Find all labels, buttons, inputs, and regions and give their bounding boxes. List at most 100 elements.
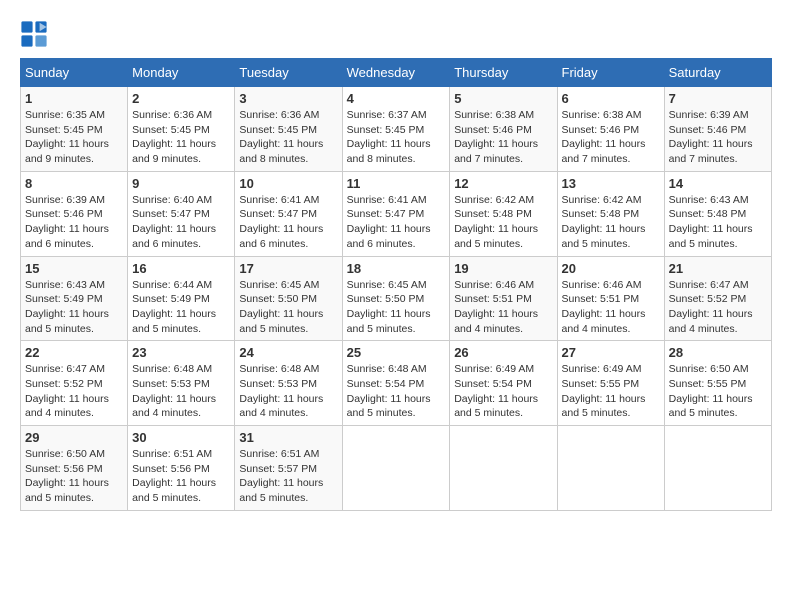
day-info: Sunrise: 6:46 AM Sunset: 5:51 PM Dayligh… bbox=[562, 278, 660, 337]
calendar-day-cell bbox=[342, 426, 450, 511]
day-info: Sunrise: 6:43 AM Sunset: 5:48 PM Dayligh… bbox=[669, 193, 767, 252]
day-number: 25 bbox=[347, 345, 446, 360]
day-info: Sunrise: 6:42 AM Sunset: 5:48 PM Dayligh… bbox=[454, 193, 552, 252]
day-info: Sunrise: 6:49 AM Sunset: 5:55 PM Dayligh… bbox=[562, 362, 660, 421]
header-saturday: Saturday bbox=[664, 59, 771, 87]
day-info: Sunrise: 6:48 AM Sunset: 5:54 PM Dayligh… bbox=[347, 362, 446, 421]
calendar-day-cell: 26 Sunrise: 6:49 AM Sunset: 5:54 PM Dayl… bbox=[450, 341, 557, 426]
calendar-day-cell: 31 Sunrise: 6:51 AM Sunset: 5:57 PM Dayl… bbox=[235, 426, 342, 511]
day-info: Sunrise: 6:42 AM Sunset: 5:48 PM Dayligh… bbox=[562, 193, 660, 252]
day-info: Sunrise: 6:47 AM Sunset: 5:52 PM Dayligh… bbox=[669, 278, 767, 337]
day-info: Sunrise: 6:45 AM Sunset: 5:50 PM Dayligh… bbox=[239, 278, 337, 337]
day-number: 31 bbox=[239, 430, 337, 445]
calendar-day-cell bbox=[664, 426, 771, 511]
day-info: Sunrise: 6:43 AM Sunset: 5:49 PM Dayligh… bbox=[25, 278, 123, 337]
day-number: 27 bbox=[562, 345, 660, 360]
calendar-day-cell: 14 Sunrise: 6:43 AM Sunset: 5:48 PM Dayl… bbox=[664, 171, 771, 256]
day-number: 17 bbox=[239, 261, 337, 276]
calendar-day-cell: 16 Sunrise: 6:44 AM Sunset: 5:49 PM Dayl… bbox=[128, 256, 235, 341]
calendar-day-cell: 4 Sunrise: 6:37 AM Sunset: 5:45 PM Dayli… bbox=[342, 87, 450, 172]
calendar-header-row: SundayMondayTuesdayWednesdayThursdayFrid… bbox=[21, 59, 772, 87]
day-info: Sunrise: 6:51 AM Sunset: 5:57 PM Dayligh… bbox=[239, 447, 337, 506]
calendar-day-cell: 18 Sunrise: 6:45 AM Sunset: 5:50 PM Dayl… bbox=[342, 256, 450, 341]
day-info: Sunrise: 6:45 AM Sunset: 5:50 PM Dayligh… bbox=[347, 278, 446, 337]
day-info: Sunrise: 6:38 AM Sunset: 5:46 PM Dayligh… bbox=[562, 108, 660, 167]
day-number: 2 bbox=[132, 91, 230, 106]
day-number: 26 bbox=[454, 345, 552, 360]
day-number: 15 bbox=[25, 261, 123, 276]
header-friday: Friday bbox=[557, 59, 664, 87]
calendar-day-cell: 22 Sunrise: 6:47 AM Sunset: 5:52 PM Dayl… bbox=[21, 341, 128, 426]
header-thursday: Thursday bbox=[450, 59, 557, 87]
calendar-day-cell: 15 Sunrise: 6:43 AM Sunset: 5:49 PM Dayl… bbox=[21, 256, 128, 341]
calendar-day-cell: 19 Sunrise: 6:46 AM Sunset: 5:51 PM Dayl… bbox=[450, 256, 557, 341]
calendar-day-cell: 11 Sunrise: 6:41 AM Sunset: 5:47 PM Dayl… bbox=[342, 171, 450, 256]
calendar-day-cell: 1 Sunrise: 6:35 AM Sunset: 5:45 PM Dayli… bbox=[21, 87, 128, 172]
logo bbox=[20, 20, 52, 48]
day-number: 1 bbox=[25, 91, 123, 106]
day-info: Sunrise: 6:39 AM Sunset: 5:46 PM Dayligh… bbox=[669, 108, 767, 167]
day-info: Sunrise: 6:41 AM Sunset: 5:47 PM Dayligh… bbox=[239, 193, 337, 252]
day-info: Sunrise: 6:50 AM Sunset: 5:56 PM Dayligh… bbox=[25, 447, 123, 506]
calendar-day-cell bbox=[557, 426, 664, 511]
calendar-week-row: 22 Sunrise: 6:47 AM Sunset: 5:52 PM Dayl… bbox=[21, 341, 772, 426]
day-number: 29 bbox=[25, 430, 123, 445]
calendar-week-row: 15 Sunrise: 6:43 AM Sunset: 5:49 PM Dayl… bbox=[21, 256, 772, 341]
calendar-day-cell: 23 Sunrise: 6:48 AM Sunset: 5:53 PM Dayl… bbox=[128, 341, 235, 426]
day-info: Sunrise: 6:51 AM Sunset: 5:56 PM Dayligh… bbox=[132, 447, 230, 506]
logo-icon bbox=[20, 20, 48, 48]
day-number: 9 bbox=[132, 176, 230, 191]
calendar-day-cell: 3 Sunrise: 6:36 AM Sunset: 5:45 PM Dayli… bbox=[235, 87, 342, 172]
calendar-day-cell bbox=[450, 426, 557, 511]
day-info: Sunrise: 6:41 AM Sunset: 5:47 PM Dayligh… bbox=[347, 193, 446, 252]
day-number: 5 bbox=[454, 91, 552, 106]
calendar-day-cell: 27 Sunrise: 6:49 AM Sunset: 5:55 PM Dayl… bbox=[557, 341, 664, 426]
calendar-week-row: 1 Sunrise: 6:35 AM Sunset: 5:45 PM Dayli… bbox=[21, 87, 772, 172]
calendar-table: SundayMondayTuesdayWednesdayThursdayFrid… bbox=[20, 58, 772, 511]
header-wednesday: Wednesday bbox=[342, 59, 450, 87]
header-monday: Monday bbox=[128, 59, 235, 87]
calendar-week-row: 8 Sunrise: 6:39 AM Sunset: 5:46 PM Dayli… bbox=[21, 171, 772, 256]
day-info: Sunrise: 6:50 AM Sunset: 5:55 PM Dayligh… bbox=[669, 362, 767, 421]
day-info: Sunrise: 6:38 AM Sunset: 5:46 PM Dayligh… bbox=[454, 108, 552, 167]
calendar-day-cell: 24 Sunrise: 6:48 AM Sunset: 5:53 PM Dayl… bbox=[235, 341, 342, 426]
calendar-day-cell: 17 Sunrise: 6:45 AM Sunset: 5:50 PM Dayl… bbox=[235, 256, 342, 341]
day-info: Sunrise: 6:37 AM Sunset: 5:45 PM Dayligh… bbox=[347, 108, 446, 167]
day-number: 6 bbox=[562, 91, 660, 106]
day-number: 20 bbox=[562, 261, 660, 276]
day-number: 3 bbox=[239, 91, 337, 106]
calendar-day-cell: 2 Sunrise: 6:36 AM Sunset: 5:45 PM Dayli… bbox=[128, 87, 235, 172]
calendar-day-cell: 30 Sunrise: 6:51 AM Sunset: 5:56 PM Dayl… bbox=[128, 426, 235, 511]
header-tuesday: Tuesday bbox=[235, 59, 342, 87]
calendar-day-cell: 8 Sunrise: 6:39 AM Sunset: 5:46 PM Dayli… bbox=[21, 171, 128, 256]
day-number: 21 bbox=[669, 261, 767, 276]
calendar-day-cell: 21 Sunrise: 6:47 AM Sunset: 5:52 PM Dayl… bbox=[664, 256, 771, 341]
calendar-day-cell: 5 Sunrise: 6:38 AM Sunset: 5:46 PM Dayli… bbox=[450, 87, 557, 172]
day-number: 12 bbox=[454, 176, 552, 191]
calendar-day-cell: 7 Sunrise: 6:39 AM Sunset: 5:46 PM Dayli… bbox=[664, 87, 771, 172]
day-number: 30 bbox=[132, 430, 230, 445]
day-info: Sunrise: 6:44 AM Sunset: 5:49 PM Dayligh… bbox=[132, 278, 230, 337]
day-info: Sunrise: 6:35 AM Sunset: 5:45 PM Dayligh… bbox=[25, 108, 123, 167]
calendar-day-cell: 10 Sunrise: 6:41 AM Sunset: 5:47 PM Dayl… bbox=[235, 171, 342, 256]
calendar-day-cell: 28 Sunrise: 6:50 AM Sunset: 5:55 PM Dayl… bbox=[664, 341, 771, 426]
day-info: Sunrise: 6:48 AM Sunset: 5:53 PM Dayligh… bbox=[132, 362, 230, 421]
day-info: Sunrise: 6:39 AM Sunset: 5:46 PM Dayligh… bbox=[25, 193, 123, 252]
day-number: 14 bbox=[669, 176, 767, 191]
day-info: Sunrise: 6:49 AM Sunset: 5:54 PM Dayligh… bbox=[454, 362, 552, 421]
day-number: 10 bbox=[239, 176, 337, 191]
day-number: 4 bbox=[347, 91, 446, 106]
header-sunday: Sunday bbox=[21, 59, 128, 87]
day-number: 7 bbox=[669, 91, 767, 106]
day-info: Sunrise: 6:48 AM Sunset: 5:53 PM Dayligh… bbox=[239, 362, 337, 421]
day-number: 16 bbox=[132, 261, 230, 276]
calendar-day-cell: 25 Sunrise: 6:48 AM Sunset: 5:54 PM Dayl… bbox=[342, 341, 450, 426]
day-info: Sunrise: 6:46 AM Sunset: 5:51 PM Dayligh… bbox=[454, 278, 552, 337]
day-info: Sunrise: 6:36 AM Sunset: 5:45 PM Dayligh… bbox=[132, 108, 230, 167]
day-number: 23 bbox=[132, 345, 230, 360]
day-number: 18 bbox=[347, 261, 446, 276]
calendar-day-cell: 9 Sunrise: 6:40 AM Sunset: 5:47 PM Dayli… bbox=[128, 171, 235, 256]
calendar-day-cell: 12 Sunrise: 6:42 AM Sunset: 5:48 PM Dayl… bbox=[450, 171, 557, 256]
day-number: 11 bbox=[347, 176, 446, 191]
calendar-day-cell: 20 Sunrise: 6:46 AM Sunset: 5:51 PM Dayl… bbox=[557, 256, 664, 341]
